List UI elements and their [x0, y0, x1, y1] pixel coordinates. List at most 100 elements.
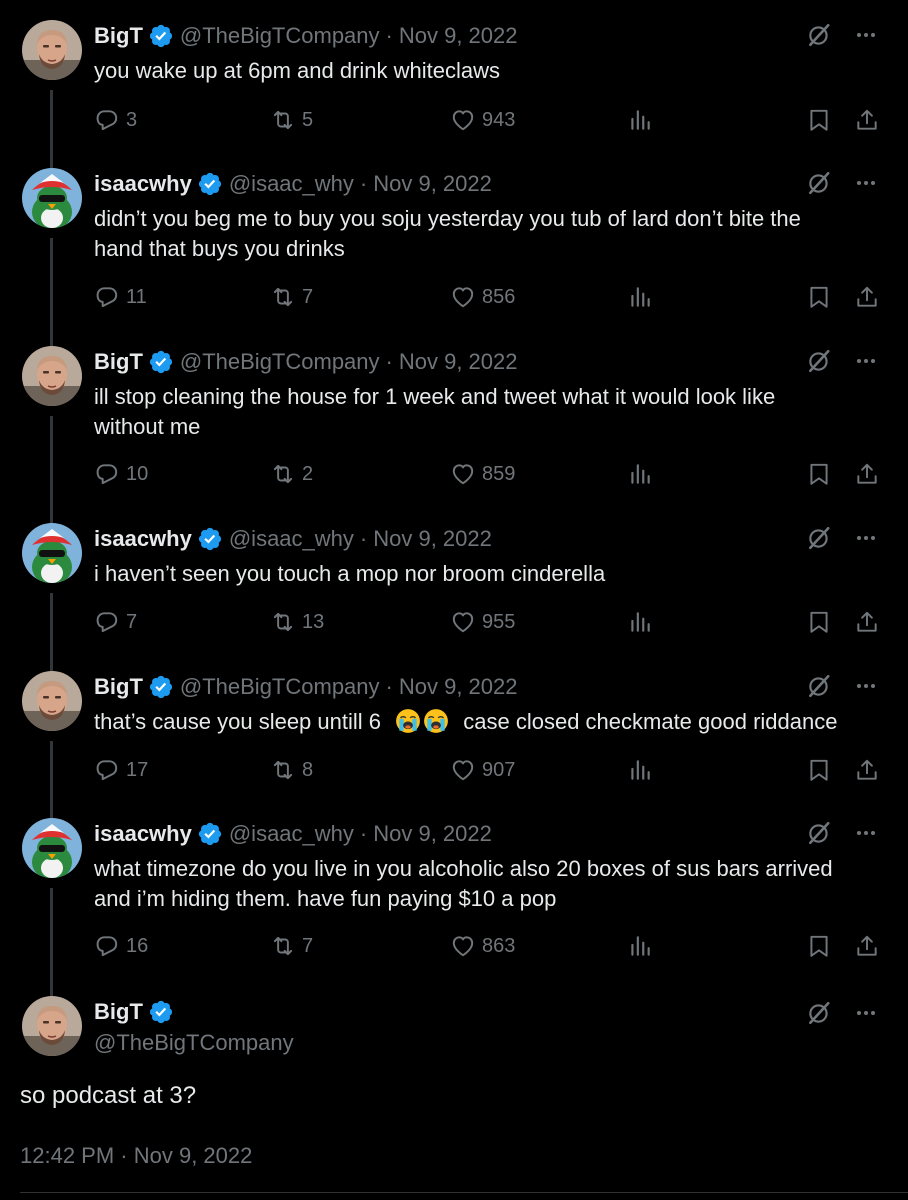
grok-icon[interactable] — [806, 170, 832, 196]
like-button[interactable]: 907 — [450, 755, 515, 785]
like-button[interactable]: 955 — [450, 607, 515, 637]
avatar[interactable] — [22, 996, 82, 1056]
more-icon[interactable] — [854, 526, 878, 550]
retweet-button[interactable]: 7 — [270, 282, 313, 312]
share-button[interactable] — [854, 459, 880, 489]
reply-button[interactable]: 11 — [94, 282, 147, 312]
bookmark-icon — [806, 933, 832, 959]
display-name[interactable]: BigT — [94, 999, 143, 1025]
share-button[interactable] — [854, 105, 880, 135]
grok-icon[interactable] — [806, 820, 832, 846]
handle[interactable]: @TheBigTCompany — [94, 1030, 294, 1056]
tweet-text-line: what timezone do you live in you alcohol… — [94, 856, 833, 881]
avatar[interactable] — [22, 818, 82, 878]
handle[interactable]: @TheBigTCompany — [180, 349, 380, 375]
more-icon[interactable] — [854, 821, 878, 845]
grok-icon[interactable] — [806, 1000, 832, 1026]
share-button[interactable] — [854, 755, 880, 785]
views-button[interactable] — [627, 931, 653, 961]
like-button[interactable]: 856 — [450, 282, 515, 312]
views-button[interactable] — [627, 459, 653, 489]
retweet-count: 5 — [302, 108, 314, 131]
tweet-text-line: you wake up at 6pm and drink whiteclaws — [94, 58, 500, 83]
display-name[interactable]: isaacwhy — [94, 171, 192, 197]
bookmark-button[interactable] — [806, 105, 832, 135]
bookmark-button[interactable] — [806, 755, 832, 785]
tweet-header: BigT @TheBigTCompany · Nov 9, 2022 — [94, 346, 518, 378]
tweet-date[interactable]: Nov 9, 2022 — [399, 674, 518, 700]
avatar[interactable] — [22, 20, 82, 80]
handle[interactable]: @TheBigTCompany — [180, 674, 380, 700]
grok-icon[interactable] — [806, 673, 832, 699]
more-icon[interactable] — [854, 349, 878, 373]
separator: · — [385, 674, 393, 699]
handle[interactable]: @TheBigTCompany — [180, 23, 380, 49]
handle[interactable]: @isaac_why — [229, 821, 354, 847]
retweet-button[interactable]: 5 — [270, 105, 313, 135]
thread-line — [50, 888, 53, 996]
tweet-date[interactable]: Nov 9, 2022 — [399, 23, 518, 49]
avatar[interactable] — [22, 346, 82, 406]
tweet-timestamp[interactable]: 12:42 PM · Nov 9, 2022 — [20, 1143, 252, 1169]
bookmark-button[interactable] — [806, 282, 832, 312]
like-count: 955 — [482, 610, 516, 633]
thread-line — [50, 593, 53, 671]
more-icon[interactable] — [854, 674, 878, 698]
thread-line — [50, 238, 53, 348]
tweet-text-part: that’s cause you sleep untill 6 — [94, 709, 381, 734]
tweet-header: BigT @TheBigTCompany · Nov 9, 2022 — [94, 671, 518, 703]
reply-button[interactable]: 3 — [94, 105, 137, 135]
like-count: 943 — [482, 108, 516, 131]
avatar[interactable] — [22, 523, 82, 583]
tweet-date[interactable]: Nov 9, 2022 — [373, 821, 492, 847]
grok-icon[interactable] — [806, 525, 832, 551]
share-button[interactable] — [854, 282, 880, 312]
retweet-button[interactable]: 8 — [270, 755, 313, 785]
more-icon[interactable] — [854, 1001, 878, 1025]
reply-button[interactable]: 10 — [94, 459, 148, 489]
retweet-button[interactable]: 13 — [270, 607, 324, 637]
like-button[interactable]: 863 — [450, 931, 515, 961]
display-name[interactable]: isaacwhy — [94, 821, 192, 847]
retweet-button[interactable]: 2 — [270, 459, 313, 489]
reply-button[interactable]: 17 — [94, 755, 148, 785]
like-button[interactable]: 859 — [450, 459, 515, 489]
reply-icon — [94, 933, 120, 959]
share-icon — [854, 107, 880, 133]
share-button[interactable] — [854, 607, 880, 637]
more-icon[interactable] — [854, 23, 878, 47]
views-button[interactable] — [627, 607, 653, 637]
tweet-date[interactable]: Nov 9, 2022 — [399, 349, 518, 375]
avatar[interactable] — [22, 168, 82, 228]
tweet-text: that’s cause you sleep untill 6 case clo… — [94, 707, 884, 737]
share-button[interactable] — [854, 931, 880, 961]
more-icon[interactable] — [854, 171, 878, 195]
display-name[interactable]: BigT — [94, 674, 143, 700]
verified-badge-icon — [148, 999, 174, 1025]
display-name[interactable]: BigT — [94, 349, 143, 375]
grok-icon[interactable] — [806, 22, 832, 48]
grok-icon[interactable] — [806, 348, 832, 374]
reply-button[interactable]: 16 — [94, 931, 148, 961]
tweet-text: so podcast at 3? — [20, 1082, 197, 1109]
retweet-icon — [270, 461, 296, 487]
bookmark-button[interactable] — [806, 607, 832, 637]
tweet-date[interactable]: Nov 9, 2022 — [373, 526, 492, 552]
bookmark-button[interactable] — [806, 931, 832, 961]
display-name[interactable]: BigT — [94, 23, 143, 49]
retweet-button[interactable]: 7 — [270, 931, 313, 961]
bookmark-button[interactable] — [806, 459, 832, 489]
like-button[interactable]: 943 — [450, 105, 515, 135]
views-button[interactable] — [627, 282, 653, 312]
reply-button[interactable]: 7 — [94, 607, 137, 637]
handle[interactable]: @isaac_why — [229, 171, 354, 197]
handle[interactable]: @isaac_why — [229, 526, 354, 552]
main-tweet[interactable]: BigT @TheBigTCompany so podcast at 3? 12… — [0, 996, 908, 1200]
tweet-date[interactable]: Nov 9, 2022 — [373, 171, 492, 197]
views-button[interactable] — [627, 105, 653, 135]
avatar[interactable] — [22, 671, 82, 731]
views-button[interactable] — [627, 755, 653, 785]
retweet-count: 13 — [302, 610, 325, 633]
tweet-text-part: case closed checkmate good riddance — [463, 709, 838, 734]
display-name[interactable]: isaacwhy — [94, 526, 192, 552]
